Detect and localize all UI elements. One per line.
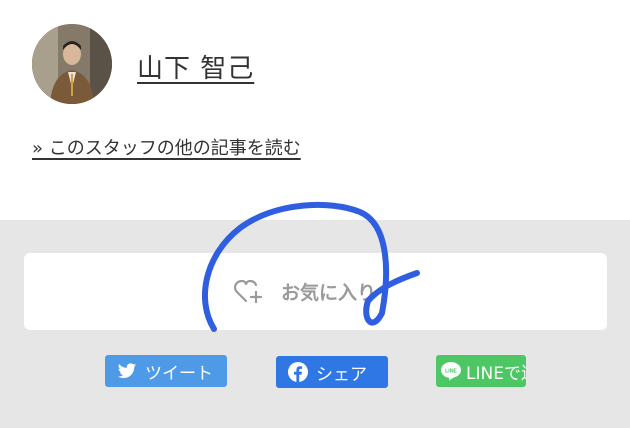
author-section: 山下 智己 » このスタッフの他の記事を読む bbox=[0, 0, 630, 220]
svg-text:LINE: LINE bbox=[445, 369, 457, 375]
page: 山下 智己 » このスタッフの他の記事を読む お気に入り ツイート シェア LI… bbox=[0, 0, 630, 428]
tweet-label: ツイート bbox=[145, 363, 213, 384]
facebook-share-label: シェア bbox=[316, 364, 367, 385]
facebook-icon bbox=[288, 362, 308, 382]
author-name-link[interactable]: 山下 智己 bbox=[137, 48, 254, 85]
staff-photo-icon bbox=[32, 24, 112, 104]
twitter-bird-icon bbox=[117, 362, 137, 378]
favorite-label: お気に入り bbox=[281, 282, 377, 304]
line-share-label: LINEで送る bbox=[466, 363, 526, 384]
author-avatar[interactable] bbox=[32, 24, 112, 104]
line-icon: LINE bbox=[441, 362, 461, 381]
tweet-button[interactable]: ツイート bbox=[105, 355, 227, 387]
line-share-button[interactable]: LINE LINEで送る bbox=[436, 355, 526, 387]
facebook-share-button[interactable]: シェア bbox=[276, 356, 388, 388]
more-articles-link[interactable]: » このスタッフの他の記事を読む bbox=[32, 134, 301, 160]
heart-plus-icon bbox=[234, 279, 263, 304]
